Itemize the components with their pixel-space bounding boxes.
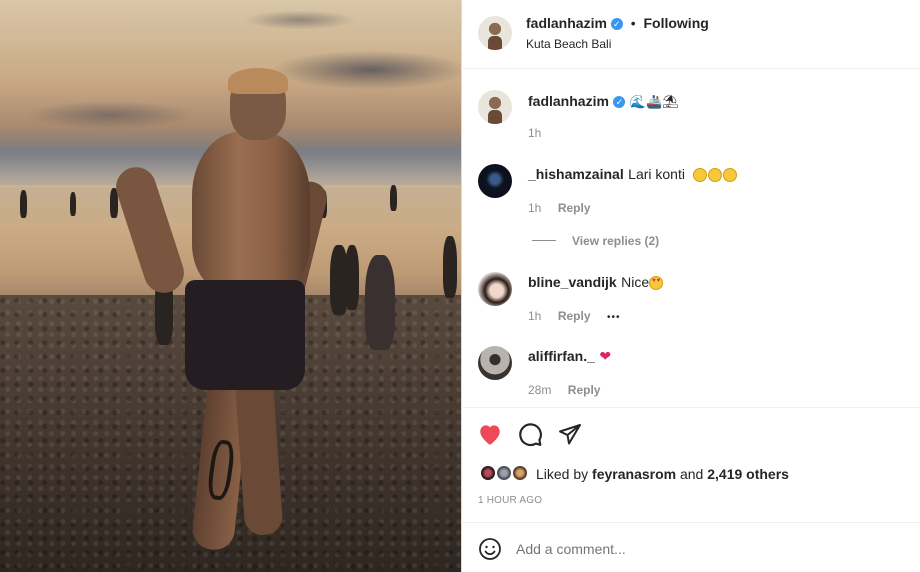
post-header: fadlanhazim ✓ • Following — [526, 15, 709, 31]
beach-person — [70, 192, 76, 216]
comment-time: 1h — [528, 201, 542, 215]
reply-button[interactable]: Reply — [558, 309, 591, 323]
comment-text: Nice — [621, 274, 650, 290]
header-divider — [461, 68, 920, 69]
reply-button[interactable]: Reply — [558, 201, 591, 215]
beach-person — [20, 190, 27, 218]
comment-item: aliffirfan._ ❤ — [528, 348, 611, 366]
liked-by-username[interactable]: feyranasrom — [592, 466, 676, 482]
speech-bubble-icon — [519, 423, 542, 447]
caption-avatar[interactable] — [478, 90, 512, 124]
subject-hair — [228, 68, 288, 94]
caption-text: 🌊🚢⛱ — [629, 95, 679, 110]
comment-username[interactable]: aliffirfan._ — [528, 348, 595, 364]
heart-filled-icon — [480, 425, 500, 445]
comment-text: ❤ — [599, 348, 612, 364]
verified-badge-icon: ✓ — [610, 18, 623, 31]
share-button[interactable] — [556, 421, 584, 447]
rofl-emoji-icon — [708, 167, 723, 182]
replies-line — [532, 240, 556, 241]
like-button[interactable] — [476, 421, 504, 447]
comment-time: 1h — [528, 309, 542, 323]
rofl-emoji-icon — [723, 167, 738, 182]
comment-username[interactable]: bline_vandijk — [528, 274, 617, 290]
comment-button[interactable] — [516, 421, 544, 447]
liked-by-prefix: Liked by — [536, 466, 589, 482]
beach-person — [390, 185, 397, 211]
owner-avatar[interactable] — [478, 16, 512, 50]
rofl-emoji-icon — [693, 167, 708, 182]
verified-badge-icon: ✓ — [613, 95, 626, 108]
location-link[interactable]: Kuta Beach Bali — [526, 37, 611, 51]
subject-shorts — [185, 280, 305, 390]
smiley-icon — [479, 538, 501, 560]
comment-item: _hishamzainal Lari konti — [528, 166, 738, 184]
liker-avatar — [511, 464, 529, 482]
view-replies-button[interactable]: View replies (2) — [572, 234, 659, 248]
comment-meta: 1h Reply — [528, 199, 591, 217]
beach-person — [365, 255, 395, 350]
heart-eyes-emoji-icon — [649, 275, 664, 290]
liked-by-text: Liked by feyranasrom and 2,419 others — [536, 466, 789, 482]
subject-torso — [192, 132, 310, 292]
owner-username[interactable]: fadlanhazim — [526, 15, 607, 31]
post-modal: fadlanhazim ✓ • Following Kuta Beach Bal… — [0, 0, 920, 572]
paper-plane-icon — [559, 424, 581, 445]
comment-time: 28m — [528, 383, 552, 397]
commenter-avatar[interactable] — [478, 346, 512, 380]
reply-button[interactable]: Reply — [568, 383, 601, 397]
comment-text: Lari konti — [628, 166, 685, 182]
caption-username[interactable]: fadlanhazim — [528, 93, 609, 109]
commenter-avatar[interactable] — [478, 164, 512, 198]
comment-username[interactable]: _hishamzainal — [528, 166, 624, 182]
comments-divider — [461, 407, 920, 408]
following-button[interactable]: Following — [643, 15, 708, 31]
post-timestamp[interactable]: 1 HOUR AGO — [478, 495, 542, 506]
subject-leg — [234, 373, 284, 537]
liked-by-and: and — [679, 466, 704, 482]
post-photo[interactable] — [0, 0, 461, 572]
header-separator: • — [630, 15, 636, 31]
likes-count[interactable]: 2,419 others — [707, 466, 789, 482]
main-subject — [110, 68, 331, 560]
more-options-icon[interactable]: ••• — [607, 312, 621, 323]
composer-divider — [461, 522, 920, 523]
comment-meta: 1h Reply ••• — [528, 307, 620, 325]
comment-meta: 28m Reply — [528, 381, 600, 399]
emoji-picker-button[interactable] — [477, 536, 503, 562]
comment-item: bline_vandijk Nice — [528, 274, 664, 292]
beach-person — [443, 236, 457, 298]
commenter-avatar[interactable] — [478, 272, 512, 306]
beach-person — [345, 245, 359, 310]
caption: fadlanhazim ✓ 🌊🚢⛱ — [528, 93, 679, 111]
caption-time: 1h — [528, 126, 542, 140]
comment-input[interactable] — [516, 538, 896, 560]
